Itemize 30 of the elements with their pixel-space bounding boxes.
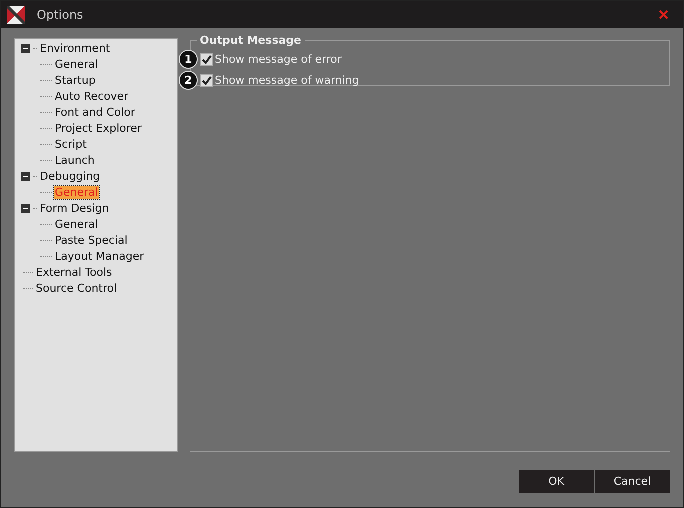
tree-item[interactable]: Startup <box>54 74 97 86</box>
tree-item[interactable]: Environment <box>39 42 112 54</box>
tree-item[interactable]: Auto Recover <box>54 90 130 102</box>
close-button[interactable]: ✕ <box>651 4 677 24</box>
tree-item[interactable]: Launch <box>54 154 96 166</box>
tree-item[interactable]: Source Control <box>35 282 118 294</box>
tree-item[interactable]: Form Design <box>39 202 110 214</box>
checkbox[interactable] <box>200 53 213 66</box>
checkbox[interactable] <box>200 74 213 87</box>
app-logo-icon <box>7 6 25 24</box>
collapse-icon[interactable] <box>21 172 30 180</box>
cancel-button[interactable]: Cancel <box>595 470 670 493</box>
ok-button[interactable]: OK <box>519 470 594 493</box>
tree-item[interactable]: Layout Manager <box>54 250 146 262</box>
tree-item[interactable]: General <box>54 58 100 70</box>
tree-item[interactable]: General <box>54 218 100 230</box>
tree-item[interactable]: Project Explorer <box>54 122 143 134</box>
tree-item[interactable]: Paste Special <box>54 234 129 246</box>
number-badge: 1 <box>179 50 198 69</box>
number-badge: 2 <box>179 71 198 90</box>
group-title: Output Message <box>199 34 302 47</box>
tree-item[interactable]: Font and Color <box>54 106 136 118</box>
tree-item[interactable]: Debugging <box>39 170 102 182</box>
tree-item[interactable]: External Tools <box>35 266 114 278</box>
checkbox-label[interactable]: Show message of warning <box>215 74 360 87</box>
checkbox-label[interactable]: Show message of error <box>215 53 342 66</box>
tree-item[interactable]: Script <box>54 138 88 150</box>
window-title: Options <box>37 8 84 22</box>
collapse-icon[interactable] <box>21 204 30 212</box>
collapse-icon[interactable] <box>21 44 30 52</box>
